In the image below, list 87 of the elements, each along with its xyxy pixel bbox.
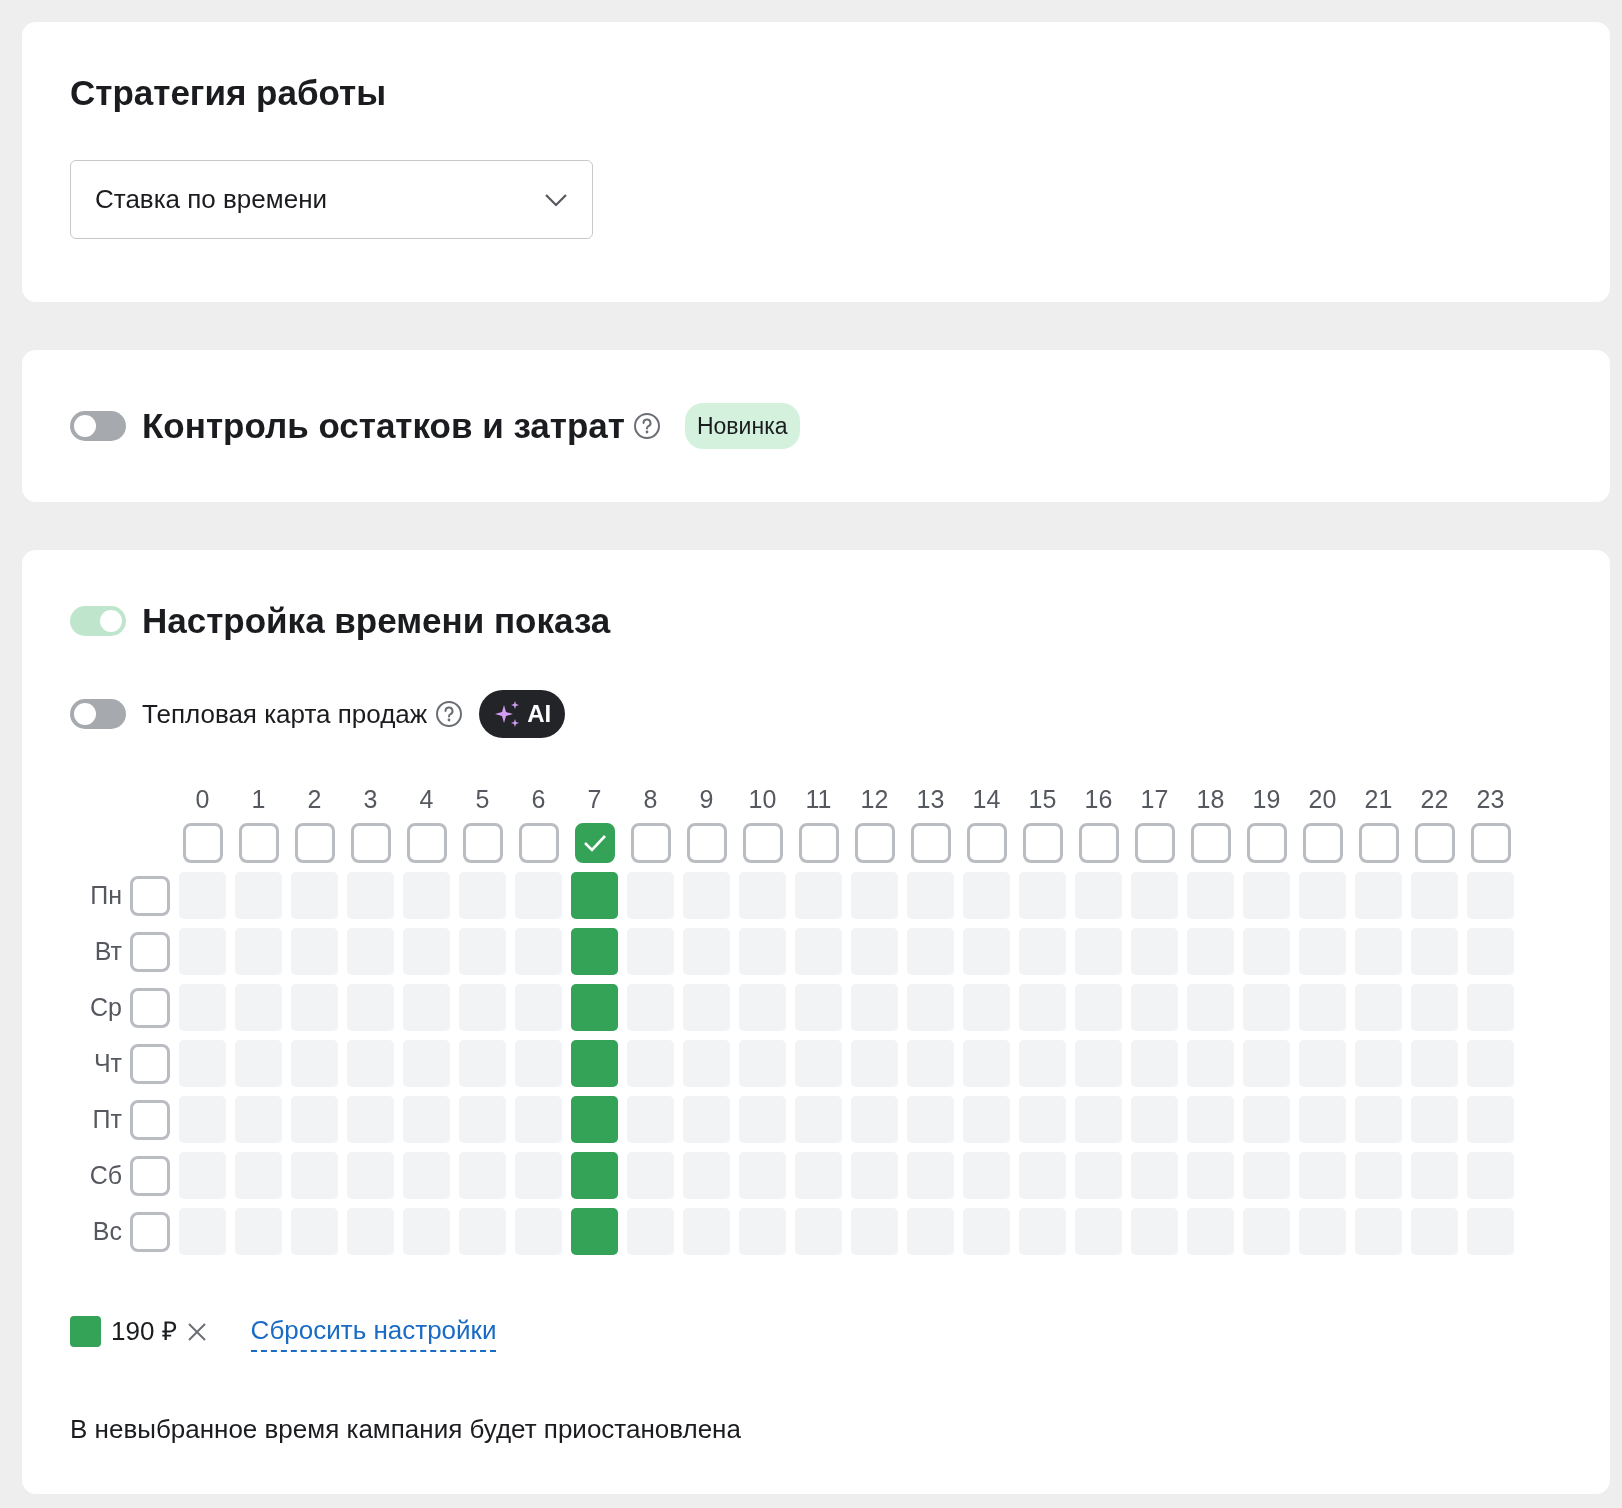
hour-label: 8 <box>642 784 659 814</box>
checkbox[interactable] <box>1414 823 1455 863</box>
day-label: Сб <box>89 1159 122 1191</box>
checkbox[interactable] <box>130 1211 170 1252</box>
checkbox[interactable] <box>1246 823 1287 863</box>
checkbox[interactable] <box>238 823 279 863</box>
checkbox[interactable] <box>574 823 615 863</box>
hour-label: 21 <box>1363 784 1394 814</box>
hour-label: 17 <box>1139 784 1170 814</box>
reset-link[interactable]: Сбросить настройки <box>250 1311 497 1352</box>
hour-label: 7 <box>586 784 603 814</box>
hour-label: 14 <box>971 784 1002 814</box>
checkbox[interactable] <box>686 823 727 863</box>
section-title: Стратегия работы <box>70 72 388 114</box>
hour-label: 0 <box>194 784 211 814</box>
checkbox[interactable] <box>130 1099 170 1140</box>
day-label: Вс <box>92 1215 122 1247</box>
hour-label: 22 <box>1419 784 1450 814</box>
new-badge: Новинка <box>684 402 800 450</box>
day-label: Пн <box>90 879 122 911</box>
checkbox[interactable] <box>130 875 170 916</box>
hour-label: 19 <box>1251 784 1282 814</box>
checkbox[interactable] <box>294 823 335 863</box>
checkbox[interactable] <box>182 823 223 863</box>
checkbox[interactable] <box>1134 823 1175 863</box>
schedule-cell[interactable] <box>571 928 618 975</box>
hour-label: 18 <box>1195 784 1226 814</box>
day-label: Вт <box>94 935 122 967</box>
schedule-cell[interactable] <box>571 1152 618 1199</box>
hour-label: 5 <box>474 784 491 814</box>
help-icon[interactable] <box>632 412 661 440</box>
hour-label: 1 <box>250 784 267 814</box>
hour-label: 3 <box>362 784 379 814</box>
toggle-switch[interactable] <box>70 411 126 441</box>
checkbox[interactable] <box>854 823 895 863</box>
checkbox[interactable] <box>518 823 559 863</box>
checkbox[interactable] <box>1358 823 1399 863</box>
hour-label: 6 <box>530 784 547 814</box>
strategy-select[interactable]: Ставка по времени <box>70 160 593 239</box>
checkbox[interactable] <box>130 987 170 1028</box>
checkbox[interactable] <box>406 823 447 863</box>
schedule-cell[interactable] <box>571 984 618 1031</box>
section-title: Контроль остатков и затрат <box>142 405 625 447</box>
checkbox[interactable] <box>130 1043 170 1084</box>
schedule-cell[interactable] <box>571 1208 618 1255</box>
checkbox[interactable] <box>966 823 1007 863</box>
hour-label: 12 <box>859 784 890 814</box>
hour-label: 2 <box>306 784 323 814</box>
hour-label: 13 <box>915 784 946 814</box>
hour-label: 4 <box>418 784 435 814</box>
day-label: Пт <box>92 1103 122 1135</box>
info-text: В невыбранное время кампания будет приостановлена <box>70 1413 742 1446</box>
checkbox[interactable] <box>1190 823 1231 863</box>
hour-label: 15 <box>1027 784 1058 814</box>
checkbox[interactable] <box>130 931 170 972</box>
ai-badge: AI <box>479 690 566 738</box>
checkbox[interactable] <box>742 823 783 863</box>
hour-label: 10 <box>747 784 778 814</box>
checkbox[interactable] <box>1078 823 1119 863</box>
checkbox[interactable] <box>130 1155 170 1196</box>
hour-label: 16 <box>1083 784 1114 814</box>
check-icon <box>582 834 607 852</box>
hour-label: 9 <box>698 784 715 814</box>
toggle-switch[interactable] <box>70 699 126 729</box>
checkbox[interactable] <box>462 823 503 863</box>
heatmap-label: Тепловая карта продаж <box>142 697 428 731</box>
day-label: Чт <box>93 1047 122 1079</box>
hour-label: 20 <box>1307 784 1338 814</box>
checkbox[interactable] <box>1022 823 1063 863</box>
chevron-down-icon <box>544 192 568 207</box>
hour-label: 23 <box>1475 784 1506 814</box>
schedule-cell[interactable] <box>571 1040 618 1087</box>
rate-label: 190 ₽ <box>111 1315 177 1348</box>
help-icon[interactable] <box>435 700 464 728</box>
section-title: Настройка времени показа <box>142 600 611 642</box>
hour-label: 11 <box>804 784 833 814</box>
checkbox[interactable] <box>798 823 839 863</box>
toggle-switch[interactable] <box>70 606 126 636</box>
checkbox[interactable] <box>910 823 951 863</box>
close-icon[interactable] <box>186 1321 207 1342</box>
checkbox[interactable] <box>630 823 671 863</box>
checkbox[interactable] <box>350 823 391 863</box>
checkbox[interactable] <box>1302 823 1343 863</box>
day-label: Ср <box>90 991 122 1023</box>
checkbox[interactable] <box>1470 823 1511 863</box>
schedule-cell[interactable] <box>571 1096 618 1143</box>
schedule-cell[interactable] <box>571 872 618 919</box>
